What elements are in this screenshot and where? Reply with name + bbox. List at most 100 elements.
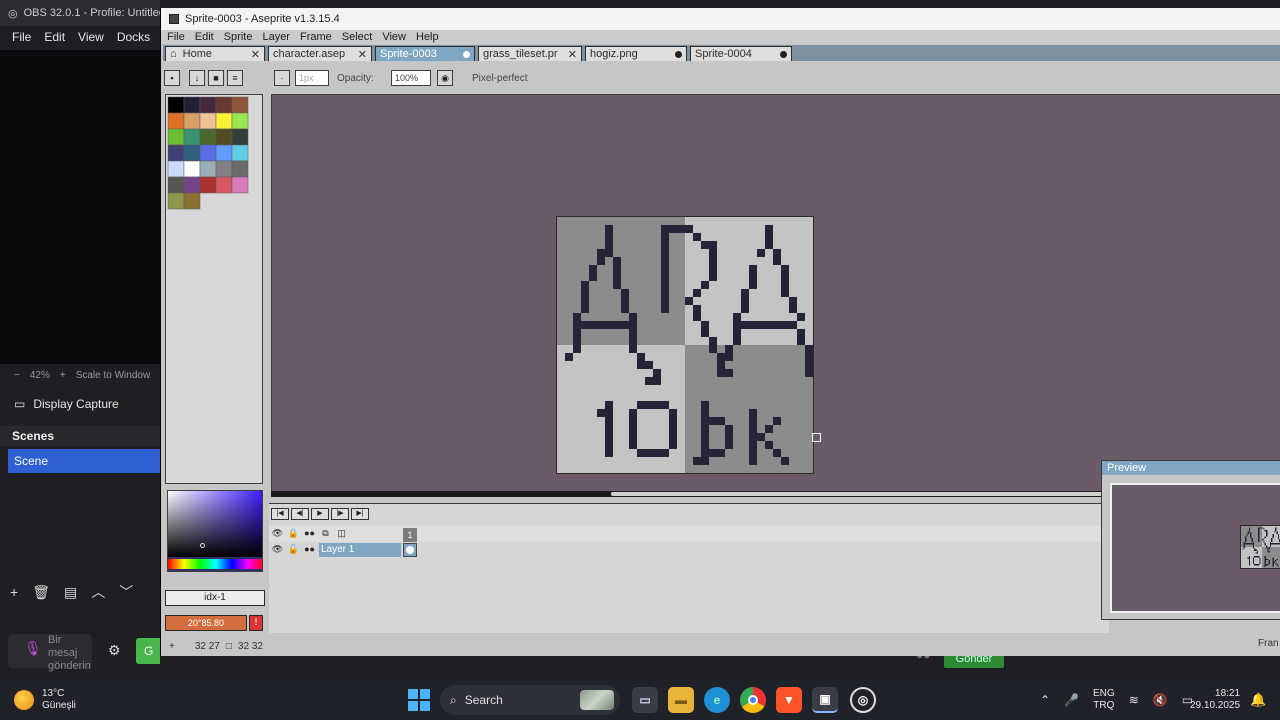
tab-hogiz[interactable]: hogiz.png [585,46,687,61]
scene-item[interactable]: Scene [8,449,160,473]
brave-icon[interactable]: ▼ [776,687,802,713]
palette-swatch[interactable] [183,192,201,210]
foreground-color-field[interactable]: 20°85.80 [165,615,247,631]
gear-icon[interactable]: ⚙ [108,642,121,659]
obs-taskbar-icon[interactable]: ◎ [850,687,876,713]
alert-icon[interactable]: ! [249,615,263,631]
palette-swatch[interactable] [167,160,185,178]
palette-swatch[interactable] [231,112,249,130]
continuous-icon[interactable]: ●● [303,543,316,556]
modified-dot-icon[interactable] [463,50,470,58]
obs-menu-file[interactable]: File [12,30,31,44]
weather-widget[interactable]: 13°C Güneşli [14,688,76,712]
wifi-icon[interactable]: ≋ [1129,693,1139,707]
palette-swatch[interactable] [167,128,185,146]
chevron-up-icon[interactable]: ⌃ [1040,693,1050,707]
file-explorer-icon[interactable]: ▬ [668,687,694,713]
chrome-icon[interactable] [740,687,766,713]
palette-swatch[interactable] [183,96,201,114]
menu-frame[interactable]: Frame [300,31,332,43]
palette-swatch[interactable] [167,192,185,210]
windows-start-icon[interactable] [408,689,430,711]
tab-home[interactable]: ⌂ Home ✕ [165,46,265,61]
palette-swatch[interactable] [199,112,217,130]
first-frame-icon[interactable]: |◀ [271,508,289,520]
palette-swatch[interactable] [231,128,249,146]
notification-icon[interactable]: 🔔 [1250,692,1266,708]
obs-menu-view[interactable]: View [78,30,104,44]
palette-swatch[interactable] [183,128,201,146]
opacity-field[interactable]: 100% [391,70,431,86]
palette-swatch[interactable] [215,96,233,114]
layer-row[interactable]: 👁 🔓 ●● Layer 1 [269,542,1107,558]
palette-swatch[interactable] [199,96,217,114]
next-frame-icon[interactable]: |▶ [331,508,349,520]
palette-swatch[interactable] [231,96,249,114]
speaker-mute-icon[interactable]: 🔇 [1153,693,1168,707]
zoom-out-button[interactable]: − [14,370,20,381]
eye-icon[interactable]: 👁 [271,527,284,540]
lock-icon[interactable]: 🔒 [287,527,300,540]
canvas-editor[interactable] [271,94,1280,494]
pixel-perfect-label[interactable]: Pixel-perfect [472,73,528,84]
frame-header[interactable]: 1 [403,528,417,542]
filter-icon[interactable]: ▤ [64,584,77,601]
menu-sprite[interactable]: Sprite [224,31,253,43]
preview-title[interactable]: Preview [1102,461,1280,475]
lock-icon[interactable]: 🔓 [287,543,300,556]
palette-swatch[interactable] [215,160,233,178]
palette-swatch[interactable] [167,176,185,194]
brush-square-icon[interactable]: ■ [208,70,224,86]
go-button[interactable]: G [136,638,160,664]
trash-icon[interactable]: 🗑 [32,584,50,601]
last-frame-icon[interactable]: ▶| [351,508,369,520]
resize-handle[interactable] [812,433,821,442]
hue-slider[interactable] [168,559,262,569]
menu-select[interactable]: Select [342,31,373,43]
palette-swatches[interactable] [166,95,264,225]
palette-swatch[interactable] [199,144,217,162]
menu-help[interactable]: Help [416,31,439,43]
palette-swatch[interactable] [167,112,185,130]
palette-swatch[interactable] [167,144,185,162]
tab-grass-tileset[interactable]: grass_tileset.pr ✕ [478,46,582,61]
obs-menu-docks[interactable]: Docks [117,30,150,44]
eye-icon[interactable]: 👁 [271,543,284,556]
palette-swatch[interactable] [183,176,201,194]
modified-dot-icon[interactable] [780,50,787,58]
tab-sprite-0004[interactable]: Sprite-0004 [690,46,792,61]
close-icon[interactable]: ✕ [358,48,367,61]
tab-sprite-0003[interactable]: Sprite-0003 [375,46,475,61]
close-icon[interactable]: ✕ [251,48,260,61]
scale-to-window-button[interactable]: Scale to Window [76,370,150,381]
chevron-up-icon[interactable]: ︿ [91,582,105,602]
scrollbar-thumb[interactable] [611,492,1111,496]
palette-swatch[interactable] [183,112,201,130]
ink-icon[interactable]: ◉ [437,70,453,86]
clock[interactable]: 18:21 29.10.2025 [1190,688,1240,712]
continuous-icon[interactable]: ●● [303,527,316,540]
edge-icon[interactable]: e [704,687,730,713]
chat-input[interactable]: 🎙 Bir mesaj gönderin [8,634,92,672]
lock-icon[interactable]: ▪ [164,70,180,86]
color-index-field[interactable]: idx-1 [165,590,265,606]
menu-edit[interactable]: Edit [195,31,214,43]
taskbar-search[interactable]: ⌕ Search [440,685,620,715]
palette-swatch[interactable] [199,160,217,178]
brush-size-field[interactable]: 1px [295,70,329,86]
horizontal-scrollbar[interactable] [271,491,1111,497]
brush-shape-icon[interactable]: · [274,70,290,86]
palette-swatch[interactable] [231,160,249,178]
play-icon[interactable]: ▶ [311,508,329,520]
chevron-down-icon[interactable]: ﹀ [119,582,133,602]
palette-swatch[interactable] [215,144,233,162]
microphone-icon[interactable]: 🎤 [1064,693,1079,707]
obs-source-item[interactable]: ▭ Display Capture [0,392,160,416]
aseprite-taskbar-icon[interactable]: ▣ [812,687,838,713]
layer-name[interactable]: Layer 1 [319,543,401,557]
palette-swatch[interactable] [231,144,249,162]
modified-dot-icon[interactable] [675,50,682,58]
cel[interactable] [403,543,417,557]
palette-swatch[interactable] [215,128,233,146]
language-indicator[interactable]: ENG TRQ [1093,688,1115,712]
